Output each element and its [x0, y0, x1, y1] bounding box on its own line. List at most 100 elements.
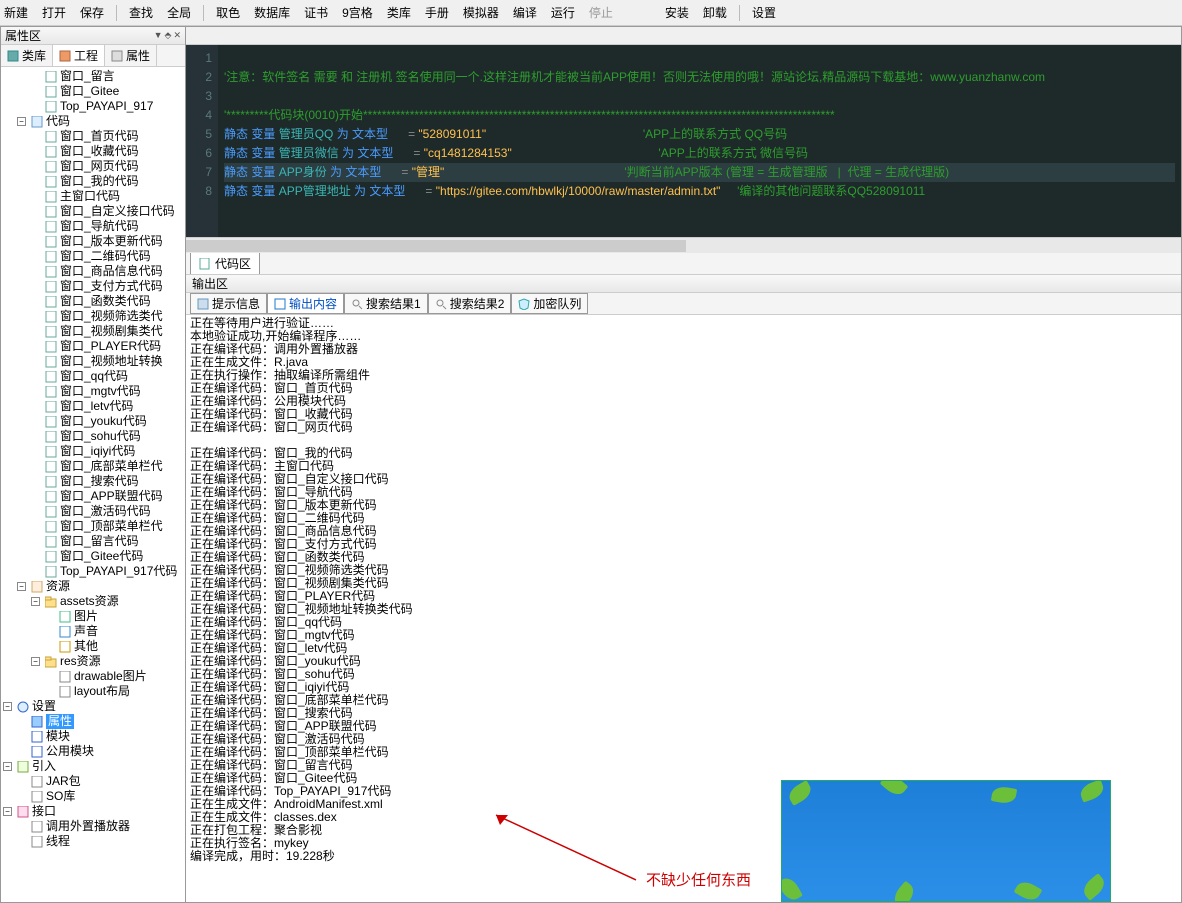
tree-item[interactable]: 属性 — [3, 714, 185, 729]
tree-node-if[interactable]: −接口 — [3, 804, 185, 819]
tree-item[interactable]: 公用模块 — [3, 744, 185, 759]
tree-item[interactable]: 窗口_收藏代码 — [3, 144, 185, 159]
menu-open[interactable]: 打开 — [42, 4, 66, 21]
tree-item[interactable]: 窗口_函数类代码 — [3, 294, 185, 309]
sidebar-close-icon[interactable]: ✕ — [173, 30, 181, 41]
menu-database[interactable]: 数据库 — [254, 4, 290, 21]
tree-item[interactable]: 窗口_网页代码 — [3, 159, 185, 174]
menu-find[interactable]: 查找 — [129, 4, 153, 21]
menu-colorpick[interactable]: 取色 — [216, 4, 240, 21]
file-icon — [45, 446, 57, 458]
menu-save[interactable]: 保存 — [80, 4, 104, 21]
file-icon — [59, 626, 71, 638]
tree-item[interactable]: 窗口_Gitee代码 — [3, 549, 185, 564]
menu-compile[interactable]: 编译 — [513, 4, 537, 21]
tree-item[interactable]: SO库 — [3, 789, 185, 804]
tree-item[interactable]: layout布局 — [3, 684, 185, 699]
tree-item[interactable]: 主窗口代码 — [3, 189, 185, 204]
file-icon — [59, 686, 71, 698]
menubar: 新建 打开 保存 查找 全局 取色 数据库 证书 9宫格 类库 手册 模拟器 编… — [0, 0, 1182, 26]
menu-manual[interactable]: 手册 — [425, 4, 449, 21]
menu-install[interactable]: 安装 — [665, 4, 689, 21]
info-icon — [17, 701, 29, 713]
file-icon — [31, 116, 43, 128]
tree-item[interactable]: 窗口_letv代码 — [3, 399, 185, 414]
file-icon — [45, 566, 57, 578]
tree-item[interactable]: 窗口_sohu代码 — [3, 429, 185, 444]
menu-uninstall[interactable]: 卸载 — [703, 4, 727, 21]
menu-new[interactable]: 新建 — [4, 4, 28, 21]
output-body[interactable]: 正在等待用户进行验证…… 本地验证成功,开始编译程序…… 正在编译代码：调用外置… — [186, 315, 1181, 902]
tree-node-settings[interactable]: −设置 — [3, 699, 185, 714]
tree-item[interactable]: 声音 — [3, 624, 185, 639]
tree-item[interactable]: 窗口_qq代码 — [3, 369, 185, 384]
code-editor[interactable]: 12345678 '注意：软件签名 需要 和 注册机 签名使用同一个.这样注册机… — [186, 45, 1181, 237]
sidebar-dropdown-icon[interactable]: ▼ — [154, 30, 163, 41]
tree-node-res[interactable]: −资源 — [3, 579, 185, 594]
output-tab-search2[interactable]: 搜索结果2 — [428, 293, 512, 314]
tree-item[interactable]: 窗口_视频剧集类代 — [3, 324, 185, 339]
tree-item[interactable]: 窗口_Gitee — [3, 84, 185, 99]
menu-settings[interactable]: 设置 — [752, 4, 776, 21]
tree-item[interactable]: 窗口_mgtv代码 — [3, 384, 185, 399]
tree-item[interactable]: 窗口_底部菜单栏代 — [3, 459, 185, 474]
tree-item[interactable]: Top_PAYAPI_917代码 — [3, 564, 185, 579]
editor-tab-code[interactable]: 代码区 — [190, 252, 260, 274]
tree-item[interactable]: 调用外置播放器 — [3, 819, 185, 834]
tree-item[interactable]: 窗口_版本更新代码 — [3, 234, 185, 249]
menu-global[interactable]: 全局 — [167, 4, 191, 21]
output-tab-content[interactable]: 输出内容 — [267, 293, 344, 314]
tree-item[interactable]: 窗口_支付方式代码 — [3, 279, 185, 294]
tree-item[interactable]: 模块 — [3, 729, 185, 744]
file-icon — [45, 266, 57, 278]
tree-item[interactable]: 窗口_iqiyi代码 — [3, 444, 185, 459]
scrollbar-thumb[interactable] — [186, 240, 686, 252]
tree-item[interactable]: drawable图片 — [3, 669, 185, 684]
tree-node-resr[interactable]: −res资源 — [3, 654, 185, 669]
menu-cert[interactable]: 证书 — [304, 4, 328, 21]
tree-item[interactable]: 窗口_激活码代码 — [3, 504, 185, 519]
lib-icon — [7, 50, 19, 62]
output-tab-search1[interactable]: 搜索结果1 — [344, 293, 428, 314]
file-icon — [45, 371, 57, 383]
tree-item[interactable]: 窗口_留言代码 — [3, 534, 185, 549]
code-area[interactable]: '注意：软件签名 需要 和 注册机 签名使用同一个.这样注册机才能被当前APP使… — [218, 45, 1181, 237]
tree-item[interactable]: 窗口_我的代码 — [3, 174, 185, 189]
tree-item[interactable]: 图片 — [3, 609, 185, 624]
sidebar-tab-project[interactable]: 工程 — [53, 45, 105, 66]
tree[interactable]: 窗口_留言窗口_GiteeTop_PAYAPI_917−代码窗口_首页代码窗口_… — [1, 67, 185, 902]
tree-item[interactable]: 线程 — [3, 834, 185, 849]
tree-item[interactable]: 窗口_导航代码 — [3, 219, 185, 234]
tree-item[interactable]: 窗口_留言 — [3, 69, 185, 84]
tree-item[interactable]: 窗口_PLAYER代码 — [3, 339, 185, 354]
tree-node-ref[interactable]: −引入 — [3, 759, 185, 774]
tree-item[interactable]: 窗口_顶部菜单栏代 — [3, 519, 185, 534]
menu-9grid[interactable]: 9宫格 — [342, 4, 373, 21]
tree-item[interactable]: 窗口_二维码代码 — [3, 249, 185, 264]
tree-item[interactable]: 窗口_视频地址转换 — [3, 354, 185, 369]
editor-hscrollbar[interactable] — [186, 237, 1181, 253]
tree-item[interactable]: 窗口_自定义接口代码 — [3, 204, 185, 219]
sidebar-tab-lib[interactable]: 类库 — [1, 45, 53, 66]
sidebar-tab-props[interactable]: 属性 — [105, 45, 157, 66]
tree-item[interactable]: 窗口_商品信息代码 — [3, 264, 185, 279]
tree-node-assets[interactable]: −assets资源 — [3, 594, 185, 609]
tree-item[interactable]: 窗口_youku代码 — [3, 414, 185, 429]
output-tab-encrypt[interactable]: 加密队列 — [511, 293, 588, 314]
tree-node-code[interactable]: −代码 — [3, 114, 185, 129]
menu-emulator[interactable]: 模拟器 — [463, 4, 499, 21]
menu-separator — [116, 5, 117, 21]
tree-item[interactable]: 其他 — [3, 639, 185, 654]
tree-item[interactable]: 窗口_APP联盟代码 — [3, 489, 185, 504]
menu-run[interactable]: 运行 — [551, 4, 575, 21]
sidebar-pin-icon[interactable]: ⬘ — [165, 30, 172, 41]
output-tab-hint[interactable]: 提示信息 — [190, 293, 267, 314]
tree-item[interactable]: Top_PAYAPI_917 — [3, 99, 185, 114]
tree-item[interactable]: 窗口_视频筛选类代 — [3, 309, 185, 324]
shield-icon — [518, 298, 530, 310]
menu-lib[interactable]: 类库 — [387, 4, 411, 21]
output-tabs: 提示信息 输出内容 搜索结果1 搜索结果2 加密队列 — [186, 293, 1181, 315]
tree-item[interactable]: JAR包 — [3, 774, 185, 789]
tree-item[interactable]: 窗口_搜索代码 — [3, 474, 185, 489]
tree-item[interactable]: 窗口_首页代码 — [3, 129, 185, 144]
